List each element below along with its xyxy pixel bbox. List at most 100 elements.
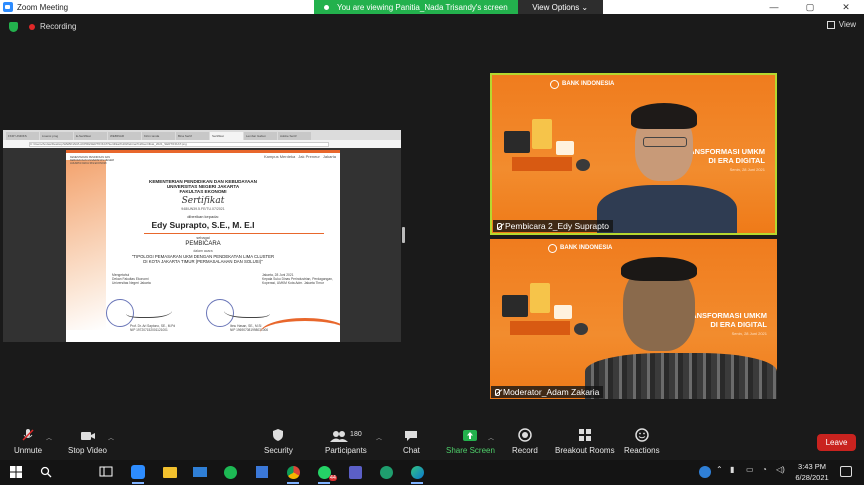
video-tile-speaker[interactable]: BANK INDONESIA ANSFORMASI UMKM DI ERA DI… bbox=[490, 73, 777, 235]
search-icon[interactable] bbox=[38, 464, 54, 480]
browser-tab: WEBINAR bbox=[108, 132, 141, 140]
participant-video bbox=[587, 101, 737, 233]
certificate-corner-swoosh bbox=[260, 318, 340, 342]
task-view-icon[interactable] bbox=[98, 464, 114, 480]
record-icon bbox=[518, 428, 532, 442]
browser-tab: FKIP UNDIKS bbox=[6, 132, 39, 140]
minimize-button[interactable]: — bbox=[756, 2, 792, 13]
chat-button[interactable]: Chat bbox=[403, 428, 420, 455]
security-shield-icon bbox=[273, 429, 284, 441]
muted-mic-icon bbox=[497, 222, 502, 230]
browser-tabs: FKIP UNDIKS Lisensi prog E-Sertifikat WE… bbox=[3, 130, 401, 140]
chrome-icon[interactable] bbox=[285, 464, 301, 484]
participants-options-caret-icon[interactable]: ︿ bbox=[376, 433, 382, 442]
certificate-header-left: KEMENTERIAN PENDIDIKAN DAN KEBUDAYAAN UN… bbox=[70, 156, 115, 165]
breakout-rooms-label: Breakout Rooms bbox=[555, 446, 615, 455]
unmute-button[interactable]: Unmute bbox=[14, 428, 42, 455]
participants-icon bbox=[330, 431, 349, 442]
jakarta-logo: Jakarta bbox=[322, 154, 336, 159]
stop-video-button[interactable]: Stop Video bbox=[68, 428, 107, 455]
reactions-button[interactable]: Reactions bbox=[624, 428, 660, 455]
volume-tray-icon[interactable]: ◁) bbox=[776, 465, 785, 474]
audio-options-caret-icon[interactable]: ︿ bbox=[46, 433, 52, 442]
windows-start-icon[interactable] bbox=[8, 464, 24, 480]
clock-date: 6/28/2021 bbox=[795, 473, 829, 482]
participants-button[interactable]: 180 Participants bbox=[325, 428, 367, 455]
meeting-toolbar: Unmute ︿ Stop Video ︿ Security 180 Parti… bbox=[0, 424, 864, 460]
unmute-label: Unmute bbox=[14, 446, 43, 455]
browser-tab: Kirim tanda bbox=[142, 132, 175, 140]
close-button[interactable]: ✕ bbox=[828, 2, 864, 13]
mic-muted-icon bbox=[22, 429, 34, 441]
certificate-logos: Kampus Merdeka Jak Preneur Jakarta bbox=[264, 154, 336, 159]
notification-center-icon[interactable] bbox=[840, 466, 852, 477]
panel-resize-handle[interactable] bbox=[402, 227, 405, 243]
edge-icon[interactable] bbox=[409, 464, 425, 484]
network-tray-icon[interactable]: ▭ bbox=[746, 465, 754, 474]
app-icon[interactable] bbox=[378, 464, 394, 480]
jak-preneur-logo: Jak Preneur bbox=[298, 154, 320, 159]
zoom-window: Zoom Meeting — ▢ ✕ You are viewing Panit… bbox=[0, 0, 864, 485]
chat-label: Chat bbox=[403, 446, 420, 455]
tray-expand-icon[interactable]: ⌃ bbox=[716, 465, 723, 474]
certificate-recipient-name: Edy Suprapto, S.E., M. E.I bbox=[151, 220, 255, 230]
share-screen-label: Share Screen bbox=[446, 446, 495, 455]
reactions-smiley-icon bbox=[635, 428, 649, 442]
participant-name: Pembicara 2_Edy Suprapto bbox=[505, 221, 609, 231]
browser-tab: Bina Sertif bbox=[176, 132, 209, 140]
recording-label[interactable]: Recording bbox=[40, 22, 76, 31]
participants-count: 180 bbox=[350, 431, 362, 438]
taskbar-clock[interactable]: 3:43 PM 6/28/2021 bbox=[792, 461, 832, 483]
file-explorer-icon[interactable] bbox=[162, 464, 178, 480]
record-label: Record bbox=[512, 446, 538, 455]
share-options-caret-icon[interactable]: ︿ bbox=[488, 433, 494, 442]
store-icon[interactable] bbox=[254, 464, 270, 480]
help-tray-icon[interactable] bbox=[697, 464, 713, 480]
breakout-rooms-button[interactable]: Breakout Rooms bbox=[555, 428, 615, 455]
browser-url: C:/Users/Andas/Desktop/WEBINAR/LAKPRESER… bbox=[29, 141, 329, 147]
kampus-merdeka-logo: Kampus Merdeka bbox=[263, 154, 296, 159]
record-button[interactable]: Record bbox=[512, 428, 538, 455]
share-screen-icon bbox=[463, 430, 478, 441]
certificate-number: 948/UN39.5.FE/TU.07/2021 bbox=[181, 207, 225, 211]
whatsapp-icon[interactable]: 44 bbox=[316, 464, 337, 484]
background-illustration bbox=[492, 101, 602, 201]
muted-mic-icon bbox=[495, 388, 500, 396]
signature-right bbox=[224, 304, 270, 318]
view-button[interactable]: View bbox=[826, 20, 856, 29]
shared-screen[interactable]: FKIP UNDIKS Lisensi prog E-Sertifikat WE… bbox=[3, 130, 401, 342]
teams-icon[interactable] bbox=[347, 464, 363, 480]
certificate-role: PEMBICARA bbox=[185, 241, 221, 247]
certificate-as: sebagai bbox=[196, 236, 210, 240]
maximize-button[interactable]: ▢ bbox=[792, 2, 828, 13]
browser-address-bar: C:/Users/Andas/Desktop/WEBINAR/LAKPRESER… bbox=[3, 140, 401, 148]
whatsapp-badge: 44 bbox=[328, 475, 337, 481]
share-banner: You are viewing Panitia_Nada Trisandy's … bbox=[314, 0, 603, 15]
browser-tab: E-Sertifikat bbox=[74, 132, 107, 140]
video-tile-moderator[interactable]: BANK INDONESIA ANSFORMASI UMKM DI ERA DI… bbox=[490, 239, 777, 399]
browser-tab: Lisensi prog bbox=[40, 132, 73, 140]
view-options-button[interactable]: View Options ⌄ bbox=[517, 0, 603, 15]
share-dot-icon bbox=[324, 5, 329, 10]
leave-button[interactable]: Leave bbox=[817, 434, 856, 451]
video-camera-icon bbox=[80, 432, 95, 440]
certificate-divider bbox=[144, 233, 324, 234]
certificate-topic-line-2: DI KOTA JAKARTA TIMUR (PERMASALAHAN DAN … bbox=[143, 259, 263, 264]
security-button[interactable]: Security bbox=[264, 428, 293, 455]
certificate-signatory-right: Jakarta, 28 Juni 2021 Kepala Suku Dinas … bbox=[262, 273, 333, 285]
mic-tray-icon[interactable]: ▮ bbox=[730, 465, 734, 474]
certificate-given-to: diberikan kepada: bbox=[187, 214, 219, 219]
encryption-shield-icon[interactable] bbox=[9, 22, 18, 32]
zoom-taskbar-icon[interactable] bbox=[130, 464, 146, 484]
spotify-icon[interactable] bbox=[222, 464, 238, 480]
participant-name-tag: Moderator_Adam Zakaria bbox=[491, 386, 604, 398]
grid-icon bbox=[826, 20, 835, 29]
wifi-tray-icon[interactable]: ◔ bbox=[762, 465, 767, 474]
bank-indonesia-logo: BANK INDONESIA bbox=[550, 80, 614, 89]
participant-name-tag: Pembicara 2_Edy Suprapto bbox=[493, 220, 613, 232]
certificate-top-band bbox=[66, 150, 340, 153]
zoom-app-icon bbox=[3, 2, 13, 12]
reactions-label: Reactions bbox=[624, 446, 660, 455]
mail-icon[interactable] bbox=[192, 464, 208, 480]
video-options-caret-icon[interactable]: ︿ bbox=[108, 433, 114, 442]
